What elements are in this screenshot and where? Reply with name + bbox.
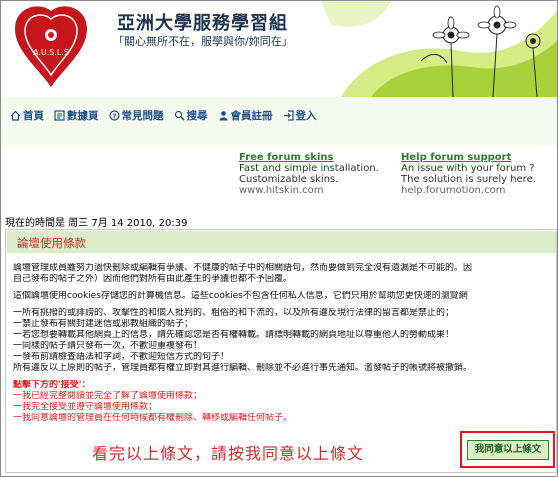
instruction-text: 看完以上條文，請按我同意以上條文: [92, 444, 365, 463]
terms-panel-header: 論壇使用條款: [7, 231, 556, 253]
ad-line: Fast and simple installation.: [239, 163, 379, 174]
agree-item: 一我已經完整閱讀並完全了解了論壇使用條款；: [13, 391, 203, 401]
terms-body: 論壇管理成員雖努力過快刪除或編輯有爭議、不健康的帖子中的相關語句，然而要做到完全…: [13, 263, 556, 424]
logo-text: A.U.S.L.S: [33, 48, 69, 57]
current-time: 現在的時間是 周三 7月 14 2010, 20:39: [5, 218, 188, 229]
home-icon: [10, 110, 21, 121]
ad-line: An issue with your forum ?: [401, 163, 535, 174]
agree-item: 一我同意論壇的管理員在任何時候都有權刪除、轉移或編輯任何帖子。: [13, 413, 293, 423]
search-icon: [174, 110, 185, 121]
terms-text: 自己發布的帖子之外）因而他們對所有由此產生的爭議也都不予回覆。: [13, 274, 293, 284]
svg-text:?: ?: [112, 113, 116, 121]
terms-title: 論壇使用條款: [17, 236, 86, 250]
nav-home-label: 首頁: [23, 110, 44, 122]
ad-title[interactable]: Free forum skins: [239, 152, 379, 163]
faq-icon: ?: [108, 110, 120, 121]
site-title: 亞洲大學服務學習組: [117, 13, 288, 34]
terms-rule: 一禁止發布有關封建迷信或邪教組織的帖子；: [13, 319, 194, 329]
nav-portal[interactable]: 數據頁: [54, 108, 99, 123]
nav-register[interactable]: 會員註冊: [218, 108, 273, 123]
register-icon: [219, 111, 227, 121]
nav-login-label: 登入: [295, 110, 317, 122]
main-nav: 首頁 數據頁 ? 常見問題 搜尋 會員註冊 登入: [10, 108, 317, 123]
ad-url[interactable]: help.forumotion.com: [401, 185, 536, 196]
terms-text: 這個論壇使用cookies存儲您的計算機信息。這些cookies不包含任何私人信…: [13, 291, 468, 301]
ad-line: The solution is surely here.: [401, 174, 536, 185]
site-subtitle: 「關心無所不在，服學與你/妳同在」: [113, 35, 293, 48]
terms-text: 論壇管理成員雖努力過快刪除或編輯有爭議、不健康的帖子中的相關語句，然而要做到完全…: [13, 263, 473, 273]
ad-line: Customizable skins.: [239, 174, 339, 185]
terms-rule: 一同樣的帖子請只發布一次，不歡迎重複發布！: [13, 341, 203, 351]
ad-help-forum-support[interactable]: Help forum support An issue with your fo…: [401, 152, 536, 196]
portal-icon: [54, 110, 65, 121]
nav-search-label: 搜尋: [186, 110, 208, 122]
nav-login[interactable]: 登入: [283, 108, 317, 123]
ad-free-forum-skins[interactable]: Free forum skins Fast and simple install…: [239, 152, 379, 196]
agree-button[interactable]: 我同意以上條文: [467, 440, 549, 460]
terms-rule: 所有違反以上原則的帖子，管理員都有權立即對其進行編輯、刪除並不必進行事先通知。濫…: [13, 363, 473, 373]
nav-home[interactable]: 首頁: [10, 108, 44, 123]
nav-search[interactable]: 搜尋: [174, 108, 208, 123]
nav-register-label: 會員註冊: [230, 110, 273, 122]
flower-decoration: [321, 1, 557, 97]
ad-title[interactable]: Help forum support: [401, 152, 536, 163]
agree-highlight-box: 我同意以上條文: [460, 431, 555, 468]
nav-faq-label: 常見問題: [121, 110, 164, 122]
agree-item: 一我完全接受並遵守論壇使用條款；: [13, 402, 158, 412]
site-header: A.U.S.L.S 亞洲大學服務學習組 「關心無所不在，服學與你/妳同在」: [1, 1, 557, 97]
terms-rule: 一若您想要轉載其他網頁上的信息，請先確認您是否有權轉載。請標明轉載的網頁地址以尊…: [13, 330, 455, 340]
terms-rule: 一所有挑撥的或誹謗的、攻擊性的和個人批判的、粗俗的和下流的，以及所有違反現行法律…: [13, 308, 455, 318]
login-icon: [283, 110, 294, 121]
nav-faq[interactable]: ? 常見問題: [108, 108, 164, 123]
agree-heading: 點擊下方的'接受'：: [13, 380, 91, 390]
ad-url[interactable]: www.hitskin.com: [239, 185, 379, 196]
nav-portal-label: 數據頁: [67, 110, 99, 122]
terms-rule: 一發布前請檢查語法和字詞，不歡迎短信方式的句子！: [13, 352, 230, 362]
logo: A.U.S.L.S: [15, 6, 87, 87]
